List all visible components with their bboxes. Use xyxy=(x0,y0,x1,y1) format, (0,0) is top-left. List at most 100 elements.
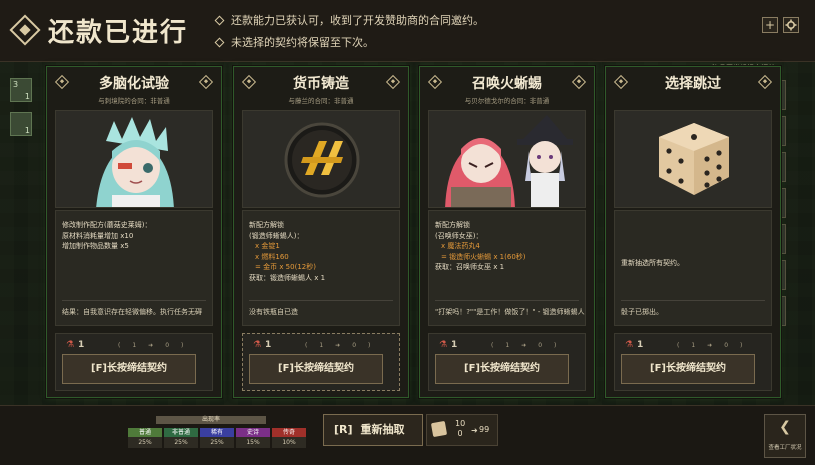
notice-text: 还款能力已获认可，收到了开发赞助商的合同邀约。 xyxy=(231,14,484,27)
sign-contract-button[interactable]: [F]长按缔结契约 xyxy=(249,354,383,384)
desc-line: x 燃料160 xyxy=(255,252,289,261)
cost-row: ⚗ 1 ( 1 ➜ 0 ) xyxy=(66,338,202,352)
slot-label: 3 xyxy=(13,80,19,89)
desc-line: x 魔法药丸4 xyxy=(441,242,480,250)
desc-line: x 金锭1 xyxy=(255,242,280,250)
cost-a: 1 xyxy=(132,341,137,349)
inventory-slot[interactable]: 1 xyxy=(10,112,32,136)
card-title: 多脑化试验 xyxy=(99,76,169,92)
desc-line: 获取：锻造师蜥蜴人 x 1 xyxy=(249,273,326,282)
rarity-rate: 普通 25% xyxy=(128,428,162,448)
dice-bottom-value: 0 xyxy=(457,429,463,438)
flask-icon: ⚗ xyxy=(253,340,262,350)
desc-line: = 金币 x 50(12秒) xyxy=(255,263,316,271)
left-inventory-strip: 3 1 1 xyxy=(10,78,34,146)
card-header: 多脑化试验 与刺境院的合同：非普通 xyxy=(47,67,221,107)
slot-count: 1 xyxy=(24,92,30,101)
card-description: 修改制作配方(蘑菇史莱姆)： 原材料消耗量增加 x10 增加制作物品数量 x5 … xyxy=(55,210,213,326)
card-art xyxy=(242,110,400,208)
card-action-panel: ⚗ 1 ( 1 ➜ 0 ) [F]长按缔结契约 xyxy=(242,333,400,391)
bracket-icon: ) xyxy=(740,341,743,349)
cost-value: 1 xyxy=(637,340,644,350)
notice-list: 还款能力已获认可，收到了开发赞助商的合同邀约。 未选择的契约将保留至下次。 xyxy=(214,10,484,54)
redraw-label: 重新抽取 xyxy=(360,423,405,436)
arrow-icon: ➜ xyxy=(471,426,478,435)
flask-icon: ⚗ xyxy=(66,340,75,350)
top-bar: 还款已进行 还款能力已获认可，收到了开发赞助商的合同邀约。 未选择的契约将保留至… xyxy=(0,0,815,62)
desc-line: 原材料消耗量增加 x10 xyxy=(62,231,134,240)
add-button[interactable]: + xyxy=(762,17,778,33)
cost-a: 1 xyxy=(691,341,696,349)
rarity-rate: 非普通 25% xyxy=(164,428,198,448)
gold-coin-emblem-icon xyxy=(243,111,399,207)
dice-counter: 10 0 ➜ 99 xyxy=(426,414,498,446)
factory-label: 查看工厂状况 xyxy=(768,445,802,451)
desc-line: = 锻造师火蜥蜴 x 1(60秒) xyxy=(441,252,526,261)
view-factory-button[interactable]: ❮ 查看工厂状况 xyxy=(764,414,806,458)
divider xyxy=(621,300,765,301)
divider xyxy=(435,300,579,301)
contract-card[interactable]: 多脑化试验 与刺境院的合同：非普通 修改制作配方(蘑菇史莱姆)： 原材料消耗量增… xyxy=(46,66,222,398)
rarity-name: 普通 xyxy=(128,428,162,437)
card-flavor-text: 结果：自我意识存在轻微偏移。执行任务无碍 xyxy=(62,307,202,316)
desc-line: 新配方解锁 xyxy=(249,221,284,229)
card-title: 召唤火蜥蜴 xyxy=(472,76,542,92)
card-subtitle: 与刺境院的合同：非普通 xyxy=(98,97,170,105)
bracket-icon: ( xyxy=(491,341,494,349)
rarity-percent: 15% xyxy=(236,437,270,448)
bracket-icon: ( xyxy=(677,341,680,349)
notice-text: 未选择的契约将保留至下次。 xyxy=(231,36,374,49)
card-art xyxy=(428,110,586,208)
card-description: 新配方解锁 (召唤师女巫)： x 魔法药丸4 = 锻造师火蜥蜴 x 1(60秒)… xyxy=(428,210,586,326)
desc-line: (召唤师女巫)： xyxy=(435,231,483,240)
chevron-left-icon: ❮ xyxy=(779,419,791,435)
card-subtitle: 与藤兰的合同：非普通 xyxy=(288,97,354,105)
cost-value: 1 xyxy=(78,340,85,350)
card-flavor-text: 没有铁瓶自已造 xyxy=(249,307,298,316)
bracket-icon: ) xyxy=(181,341,184,349)
contract-card[interactable]: 召唤火蜥蜴 与贝尔德戈尔的合同：非普通 新配方解锁 (召唤师女巫)： x 魔法药… xyxy=(419,66,595,398)
card-action-panel: ⚗ 1 ( 1 ➜ 0 ) [F]长按缔结契约 xyxy=(55,333,213,391)
rarity-percent: 25% xyxy=(164,437,198,448)
contract-card[interactable]: 选择跳过 重新抽选所有契约。 骰子已掷出。 ⚗ 1 ( 1 ➜ 0) [F]长… xyxy=(605,66,781,398)
gear-icon[interactable] xyxy=(783,17,799,33)
title-diamond-icon xyxy=(9,14,41,46)
card-action-panel: ⚗ 1 ( 1 ➜ 0 ) [F]长按缔结契约 xyxy=(428,333,586,391)
card-art xyxy=(614,110,772,208)
cost-value: 1 xyxy=(265,340,272,350)
card-header: 货币铸造 与藤兰的合同：非普通 xyxy=(234,67,408,107)
hotkey-label: [R] xyxy=(334,423,353,436)
card-subtitle: 与贝尔德戈尔的合同：非普通 xyxy=(464,97,550,105)
sign-contract-button[interactable]: [F]长按缔结契约 xyxy=(621,354,755,384)
rarity-probability-title: 出现率 xyxy=(156,416,266,424)
cost-b: 0 xyxy=(538,341,543,349)
card-action-panel: ⚗ 1 ( 1 ➜ 0 ) [F]长按缔结契约 xyxy=(614,333,772,391)
desc-line: 增加制作物品数量 x5 xyxy=(62,242,129,250)
dice-fraction: 10 0 xyxy=(455,419,465,439)
flask-icon: ⚗ xyxy=(625,340,634,350)
bracket-icon: ) xyxy=(554,341,557,349)
contract-card[interactable]: 货币铸造 与藤兰的合同：非普通 新配方解锁 (锻造师蜥蜴人)： x 金锭1 x … xyxy=(233,66,409,398)
rarity-name: 稀有 xyxy=(200,428,234,437)
sign-contract-button[interactable]: [F]长按缔结契约 xyxy=(435,354,569,384)
inventory-slot[interactable]: 3 1 xyxy=(10,78,32,102)
cost-a: 1 xyxy=(505,341,510,349)
desc-line: (锻造师蜥蜴人)： xyxy=(249,231,304,240)
bracket-icon: ( xyxy=(118,341,121,349)
cost-a: 1 xyxy=(319,341,324,349)
sign-contract-button[interactable]: [F]长按缔结契约 xyxy=(62,354,196,384)
cost-b: 0 xyxy=(724,341,729,349)
cost-b: 0 xyxy=(352,341,357,349)
arrow-icon: ➜ xyxy=(707,341,713,349)
page-title: 还款已进行 xyxy=(48,18,189,48)
desc-line: 修改制作配方(蘑菇史莱姆)： xyxy=(62,221,152,229)
redraw-button[interactable]: [R] 重新抽取 xyxy=(323,414,423,446)
card-flavor-text: "打架吗！?""是工作！做饭了！" - 锻造师蜥蜴人 xyxy=(435,307,585,316)
arrow-icon: ➜ xyxy=(521,341,527,349)
desc-line: 重新抽选所有契约。 xyxy=(621,259,684,267)
pink-hair-girl-and-witch-icon xyxy=(429,111,585,207)
rarity-name: 非普通 xyxy=(164,428,198,437)
cost-value: 1 xyxy=(451,340,458,350)
card-description: 重新抽选所有契约。 骰子已掷出。 xyxy=(614,210,772,326)
cyan-hair-girl-portrait-icon xyxy=(56,111,212,207)
